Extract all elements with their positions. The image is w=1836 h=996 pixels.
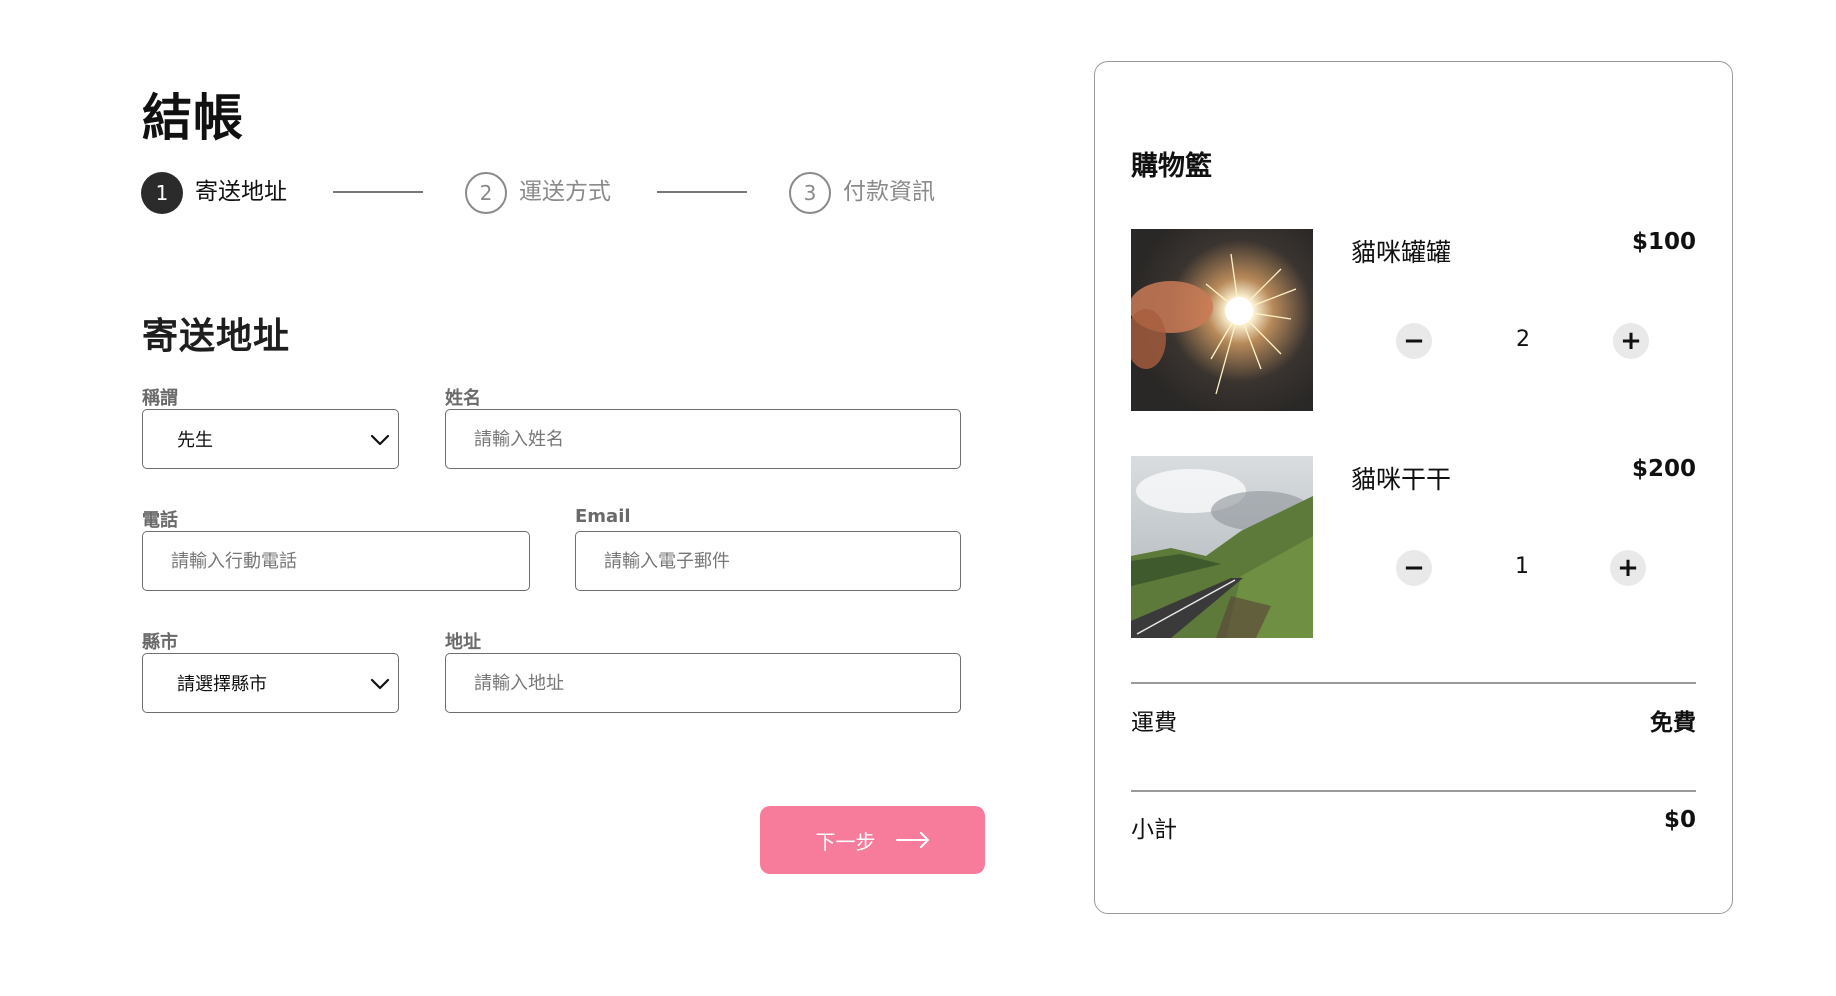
item-price: $100 [1631, 229, 1696, 255]
salutation-label: 稱謂 [142, 388, 178, 409]
item-name: 貓咪罐罐 [1351, 238, 1452, 267]
address-input[interactable] [446, 654, 960, 712]
step-connector [657, 191, 747, 193]
cart-panel: 購物籃 貓咪罐罐 $100 − 2 + 貓咪干干 $200 − 1 + 運費 免… [1094, 61, 1733, 914]
name-field-box [445, 409, 961, 469]
step-number: 3 [789, 172, 831, 214]
plus-icon: + [1620, 326, 1642, 356]
increase-quantity-button[interactable]: + [1610, 550, 1646, 586]
arrow-right-icon [895, 832, 929, 848]
email-field-box [575, 531, 961, 591]
decrease-quantity-button[interactable]: − [1396, 550, 1432, 586]
decrease-quantity-button[interactable]: − [1396, 323, 1432, 359]
address-label: 地址 [445, 632, 481, 653]
step-label: 運送方式 [519, 179, 611, 205]
shipping-label: 運費 [1131, 710, 1177, 736]
phone-field-box [142, 531, 530, 591]
item-quantity: 2 [1516, 327, 1530, 352]
section-title: 寄送地址 [142, 316, 291, 357]
increase-quantity-button[interactable]: + [1613, 323, 1649, 359]
city-value: 請選擇縣市 [177, 674, 267, 695]
item-quantity: 1 [1515, 554, 1529, 579]
cart-item: 貓咪罐罐 $100 − 2 + [1131, 229, 1696, 411]
address-field-box [445, 653, 961, 713]
page-title: 結帳 [142, 89, 244, 147]
email-label: Email [575, 506, 631, 527]
name-label: 姓名 [445, 388, 481, 409]
minus-icon: − [1403, 553, 1425, 583]
name-input[interactable] [446, 410, 960, 468]
step-shipping-address[interactable]: 1 寄送地址 [141, 172, 287, 214]
next-step-label: 下一步 [815, 829, 876, 854]
step-shipping-method[interactable]: 2 運送方式 [465, 172, 611, 214]
shipping-value: 免費 [1650, 710, 1696, 736]
chevron-down-icon [370, 434, 390, 446]
divider [1131, 790, 1696, 792]
step-payment-info[interactable]: 3 付款資訊 [789, 172, 935, 214]
next-step-button[interactable]: 下一步 [760, 806, 985, 874]
step-number: 1 [141, 172, 183, 214]
minus-icon: − [1403, 326, 1425, 356]
step-connector [333, 191, 423, 193]
city-select[interactable]: 請選擇縣市 [142, 653, 399, 713]
cart-item: 貓咪干干 $200 − 1 + [1131, 456, 1696, 638]
subtotal-value: $0 [1663, 807, 1696, 833]
mountain-road-photo [1131, 456, 1313, 638]
phone-label: 電話 [142, 510, 178, 531]
salutation-value: 先生 [177, 430, 213, 451]
item-name: 貓咪干干 [1351, 465, 1452, 494]
email-input[interactable] [576, 532, 960, 590]
step-label: 付款資訊 [843, 179, 935, 205]
phone-input[interactable] [143, 532, 529, 590]
salutation-select[interactable]: 先生 [142, 409, 399, 469]
divider [1131, 682, 1696, 684]
plus-icon: + [1617, 553, 1639, 583]
checkout-stepper: 1 寄送地址 2 運送方式 3 付款資訊 [141, 172, 961, 215]
item-price: $200 [1631, 456, 1696, 482]
step-number: 2 [465, 172, 507, 214]
subtotal-label: 小計 [1131, 817, 1177, 843]
city-label: 縣市 [142, 632, 178, 653]
sparkler-photo [1131, 229, 1313, 411]
chevron-down-icon [370, 678, 390, 690]
cart-title: 購物籃 [1131, 151, 1212, 182]
step-label: 寄送地址 [195, 179, 287, 205]
